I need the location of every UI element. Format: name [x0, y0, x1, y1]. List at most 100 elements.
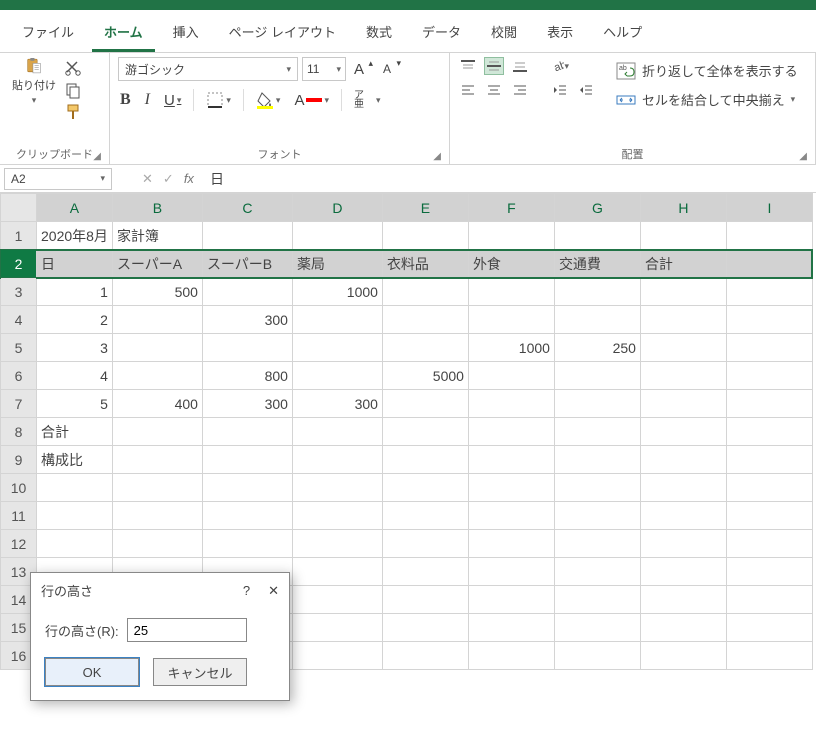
cell-H13[interactable]	[640, 558, 726, 586]
cell-I10[interactable]	[726, 474, 812, 502]
fill-color-button[interactable]: ▾	[254, 89, 283, 111]
cell-C3[interactable]	[202, 278, 292, 306]
cell-E10[interactable]	[382, 474, 468, 502]
decrease-indent-icon[interactable]	[550, 81, 570, 99]
cell-I6[interactable]	[726, 362, 812, 390]
tab-データ[interactable]: データ	[410, 16, 473, 52]
font-launcher-icon[interactable]: ◢	[433, 151, 441, 162]
row-header-8[interactable]: 8	[1, 418, 37, 446]
cell-E9[interactable]	[382, 446, 468, 474]
cell-H3[interactable]	[640, 278, 726, 306]
cell-A7[interactable]: 5	[37, 390, 113, 418]
cell-G16[interactable]	[554, 642, 640, 670]
cell-A1[interactable]: 2020年8月	[37, 222, 113, 250]
col-header-E[interactable]: E	[382, 194, 468, 222]
tab-ホーム[interactable]: ホーム	[92, 16, 155, 52]
row-header-5[interactable]: 5	[1, 334, 37, 362]
align-center-icon[interactable]	[484, 81, 504, 99]
cell-F15[interactable]	[468, 614, 554, 642]
cell-B10[interactable]	[112, 474, 202, 502]
cell-A10[interactable]	[37, 474, 113, 502]
cell-F11[interactable]	[468, 502, 554, 530]
cell-G9[interactable]	[554, 446, 640, 474]
cell-F8[interactable]	[468, 418, 554, 446]
cell-E15[interactable]	[382, 614, 468, 642]
cancel-formula-icon[interactable]: ✕	[142, 171, 153, 187]
row-height-input[interactable]	[127, 618, 247, 642]
cell-C12[interactable]	[202, 530, 292, 558]
cell-B2[interactable]: スーパーA	[112, 250, 202, 278]
row-header-3[interactable]: 3	[1, 278, 37, 306]
format-painter-icon[interactable]	[64, 103, 82, 121]
tab-数式[interactable]: 数式	[354, 16, 404, 52]
cell-D14[interactable]	[292, 586, 382, 614]
cell-E6[interactable]: 5000	[382, 362, 468, 390]
cell-G14[interactable]	[554, 586, 640, 614]
cell-B5[interactable]	[112, 334, 202, 362]
align-middle-icon[interactable]	[484, 57, 504, 75]
cell-E13[interactable]	[382, 558, 468, 586]
align-bottom-icon[interactable]	[510, 57, 530, 75]
cell-B8[interactable]	[112, 418, 202, 446]
col-header-F[interactable]: F	[468, 194, 554, 222]
paste-icon[interactable]	[25, 57, 43, 75]
wrap-text-button[interactable]: ab 折り返して全体を表示する	[616, 61, 798, 80]
cell-C9[interactable]	[202, 446, 292, 474]
cell-D10[interactable]	[292, 474, 382, 502]
fx-icon[interactable]: fx	[184, 171, 194, 186]
cell-C2[interactable]: スーパーB	[202, 250, 292, 278]
cell-C11[interactable]	[202, 502, 292, 530]
cell-A12[interactable]	[37, 530, 113, 558]
col-header-H[interactable]: H	[640, 194, 726, 222]
cell-I3[interactable]	[726, 278, 812, 306]
row-header-4[interactable]: 4	[1, 306, 37, 334]
cell-I15[interactable]	[726, 614, 812, 642]
cell-F14[interactable]	[468, 586, 554, 614]
formula-bar[interactable]: 日	[204, 169, 808, 189]
cell-B4[interactable]	[112, 306, 202, 334]
cell-H8[interactable]	[640, 418, 726, 446]
cell-G8[interactable]	[554, 418, 640, 446]
cell-I11[interactable]	[726, 502, 812, 530]
cell-H4[interactable]	[640, 306, 726, 334]
cell-E8[interactable]	[382, 418, 468, 446]
cell-C6[interactable]: 800	[202, 362, 292, 390]
cell-D11[interactable]	[292, 502, 382, 530]
row-header-12[interactable]: 12	[1, 530, 37, 558]
cell-A11[interactable]	[37, 502, 113, 530]
cell-F9[interactable]	[468, 446, 554, 474]
cell-G15[interactable]	[554, 614, 640, 642]
cell-E11[interactable]	[382, 502, 468, 530]
cell-E2[interactable]: 衣料品	[382, 250, 468, 278]
cell-I14[interactable]	[726, 586, 812, 614]
cell-H9[interactable]	[640, 446, 726, 474]
cell-B12[interactable]	[112, 530, 202, 558]
cell-B3[interactable]: 500	[112, 278, 202, 306]
cell-A6[interactable]: 4	[37, 362, 113, 390]
decrease-font-icon[interactable]: A▾	[378, 60, 396, 78]
cell-F2[interactable]: 外食	[468, 250, 554, 278]
tab-ファイル[interactable]: ファイル	[10, 16, 86, 52]
cell-H1[interactable]	[640, 222, 726, 250]
paste-dropdown-icon[interactable]: ▾	[32, 95, 37, 106]
cell-G5[interactable]: 250	[554, 334, 640, 362]
cell-G1[interactable]	[554, 222, 640, 250]
cell-D8[interactable]	[292, 418, 382, 446]
tab-ヘルプ[interactable]: ヘルプ	[591, 16, 654, 52]
font-color-button[interactable]: A▾	[292, 90, 331, 111]
increase-indent-icon[interactable]	[576, 81, 596, 99]
cell-H11[interactable]	[640, 502, 726, 530]
name-box[interactable]: A2▾	[4, 168, 112, 190]
cell-D2[interactable]: 薬局	[292, 250, 382, 278]
cell-B9[interactable]	[112, 446, 202, 474]
cell-H16[interactable]	[640, 642, 726, 670]
cell-D16[interactable]	[292, 642, 382, 670]
cell-G3[interactable]	[554, 278, 640, 306]
cell-D4[interactable]	[292, 306, 382, 334]
cell-F5[interactable]: 1000	[468, 334, 554, 362]
row-header-7[interactable]: 7	[1, 390, 37, 418]
cell-B11[interactable]	[112, 502, 202, 530]
cell-E4[interactable]	[382, 306, 468, 334]
orientation-icon[interactable]: ab▾	[550, 57, 570, 75]
border-button[interactable]: ▾	[204, 89, 233, 111]
